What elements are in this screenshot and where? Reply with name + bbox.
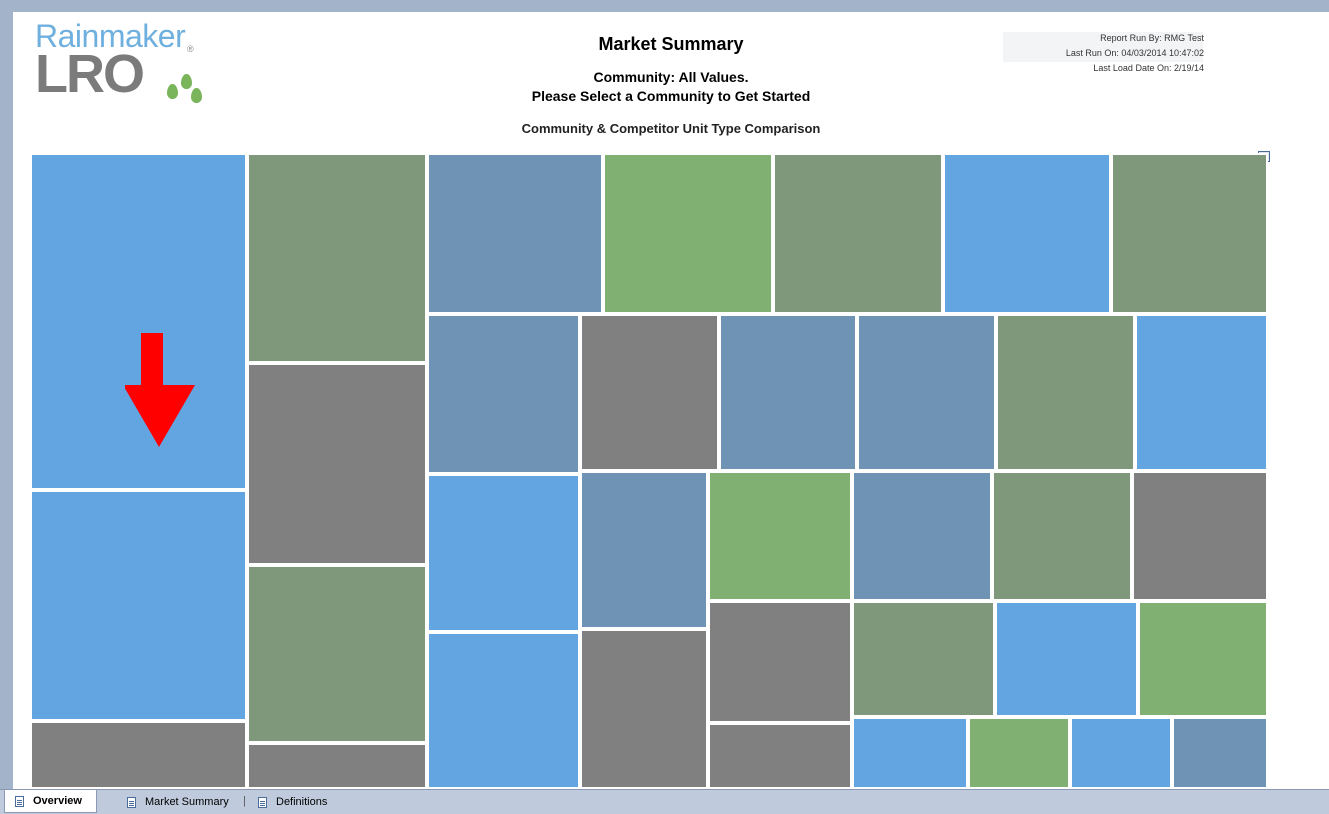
treemap-tile[interactable] (852, 471, 992, 601)
treemap-tile[interactable] (996, 314, 1135, 471)
select-community-prompt: Please Select a Community to Get Started (531, 88, 811, 104)
arrow-shape (125, 333, 195, 447)
treemap-tile[interactable] (1138, 601, 1268, 717)
treemap-tile[interactable] (30, 721, 247, 789)
report-canvas: Rainmaker LRO ® Market Summary Community… (13, 12, 1329, 789)
treemap-tile[interactable] (852, 717, 968, 789)
report-page-icon (258, 796, 267, 808)
treemap-tile[interactable] (943, 153, 1111, 314)
treemap-tile[interactable] (852, 601, 995, 717)
treemap-tile[interactable] (1070, 717, 1172, 789)
treemap-tile[interactable] (1172, 717, 1268, 789)
tab-overview[interactable]: Overview (4, 790, 97, 813)
treemap-tile[interactable] (427, 632, 580, 789)
treemap-tile[interactable] (719, 314, 857, 471)
treemap-tile[interactable] (580, 314, 719, 471)
treemap-tile[interactable] (773, 153, 943, 314)
report-page-icon (127, 796, 136, 808)
treemap-tile[interactable] (1132, 471, 1268, 601)
treemap-tile[interactable] (247, 565, 427, 743)
last-run-on: Last Run On: 04/03/2014 10:47:02 (1065, 48, 1204, 58)
tab-overview-label: Overview (33, 795, 82, 807)
report-run-by: Report Run By: RMG Test (1100, 33, 1204, 43)
tab-market-summary-label: Market Summary (145, 796, 229, 808)
treemap-tile[interactable] (427, 314, 580, 474)
treemap-tile[interactable] (857, 314, 996, 471)
red-arrow-annotation (125, 333, 195, 447)
section-title: Community & Competitor Unit Type Compari… (521, 121, 821, 136)
treemap-tile[interactable] (708, 723, 852, 789)
treemap-tile[interactable] (580, 471, 708, 629)
treemap-tile[interactable] (1111, 153, 1268, 314)
treemap-tile[interactable] (247, 363, 427, 565)
treemap-tile[interactable] (427, 153, 603, 314)
treemap-tile[interactable] (247, 153, 427, 363)
treemap-tile[interactable] (30, 490, 247, 721)
treemap-tile[interactable] (992, 471, 1132, 601)
treemap-tile[interactable] (580, 629, 708, 789)
report-page-icon (15, 795, 24, 807)
tab-definitions[interactable]: Definitions (258, 793, 327, 811)
unit-type-treemap (30, 153, 1268, 789)
treemap-tile[interactable] (995, 601, 1138, 717)
treemap-tile[interactable] (603, 153, 773, 314)
tab-market-summary[interactable]: Market Summary (127, 793, 229, 811)
last-load-date: Last Load Date On: 2/19/14 (1093, 63, 1204, 73)
treemap-tile[interactable] (968, 717, 1070, 789)
treemap-tile[interactable] (708, 471, 852, 601)
treemap-tile[interactable] (427, 474, 580, 632)
tab-separator: | (243, 795, 246, 807)
treemap-tile[interactable] (708, 601, 852, 723)
treemap-tile[interactable] (1135, 314, 1268, 471)
tab-definitions-label: Definitions (276, 796, 328, 808)
treemap-tile[interactable] (247, 743, 427, 789)
report-tab-bar: Overview Market Summary | Definitions (0, 789, 1329, 814)
